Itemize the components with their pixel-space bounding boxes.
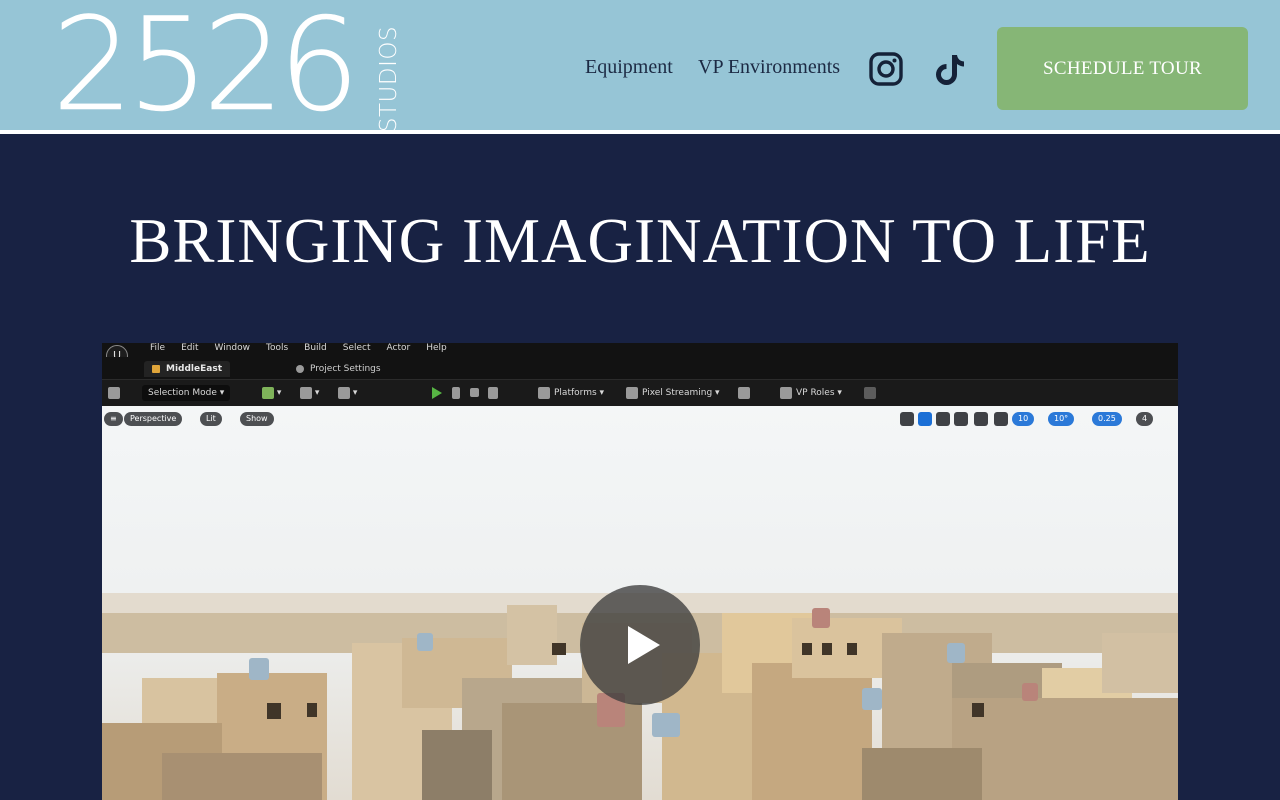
grid-snap-value: 10 <box>1018 414 1029 423</box>
scale-snap-value: 0.25 <box>1098 414 1116 423</box>
hero-title: BRINGING IMAGINATION TO LIFE <box>129 206 1151 276</box>
selection-mode-dropdown: Selection Mode ▾ <box>142 385 231 401</box>
world-icon <box>974 412 988 426</box>
site-header: 2526 STUDIOS Equipment VP Environments S… <box>0 0 1280 134</box>
editor-menu-tools: Tools <box>266 343 289 353</box>
camera-speed-value: 4 <box>1142 414 1148 423</box>
viewport-show-label: Show <box>246 414 268 423</box>
instagram-icon[interactable] <box>869 52 903 86</box>
editor-tab-level: MiddleEast <box>144 361 230 377</box>
add-actor-icon: ▾ <box>262 385 281 401</box>
scale-tool-icon <box>954 412 968 426</box>
editor-tab-project-settings: Project Settings <box>288 361 389 377</box>
play-green-icon <box>432 385 442 401</box>
move-tool-icon <box>918 412 932 426</box>
platforms-dropdown: Platforms ▾ <box>538 385 604 401</box>
vp-roles-label: VP Roles <box>796 388 835 398</box>
site-logo[interactable]: 2526 STUDIOS <box>52 1 402 132</box>
editor-menu-select: Select <box>342 343 371 353</box>
logo-studios-text: STUDIOS <box>376 25 402 133</box>
step-icon <box>452 385 460 401</box>
platforms-label: Platforms <box>554 388 597 398</box>
editor-tabbar: MiddleEast Project Settings <box>102 357 1178 379</box>
stop-icon <box>470 385 479 401</box>
pixel-streaming-dropdown: Pixel Streaming ▾ <box>626 385 720 401</box>
selection-mode-label: Selection Mode <box>148 388 217 398</box>
rotation-snap: 10° <box>1048 412 1075 426</box>
rotation-snap-value: 10° <box>1054 414 1069 423</box>
editor-menu-edit: Edit <box>181 343 199 353</box>
editor-menu-build: Build <box>304 343 327 353</box>
video-player[interactable]: U File Edit Window Tools Build Select Ac… <box>102 343 1178 800</box>
editor-menu-file: File <box>150 343 166 353</box>
surface-snap-icon <box>994 412 1008 426</box>
camera-speed: 4 <box>1136 412 1154 426</box>
schedule-tour-button[interactable]: SCHEDULE TOUR <box>997 27 1248 110</box>
viewport-menu-icon: ≡ <box>104 412 123 426</box>
editor-tab-project-settings-label: Project Settings <box>310 364 381 374</box>
logo-digits: 2526 <box>52 0 360 140</box>
select-tool-icon <box>900 412 914 426</box>
save-icon <box>108 385 120 401</box>
users-icon <box>738 385 750 401</box>
grid-snap: 10 <box>1012 412 1035 426</box>
viewport-perspective: Perspective <box>124 412 183 426</box>
viewport-toolbar: ≡ Perspective Lit Show 10 10° 0.25 4 <box>102 409 1178 429</box>
scale-snap: 0.25 <box>1092 412 1122 426</box>
viewport-perspective-label: Perspective <box>130 414 177 423</box>
nav-link-equipment[interactable]: Equipment <box>585 56 673 79</box>
play-icon[interactable] <box>580 585 700 705</box>
viewport-lit: Lit <box>200 412 222 426</box>
level-icon <box>152 364 160 373</box>
editor-toolbar: Selection Mode ▾ ▾ ▾ ▾ Platforms ▾ Pixel… <box>102 379 1178 406</box>
tiktok-icon[interactable] <box>934 52 968 86</box>
editor-menu-help: Help <box>426 343 447 353</box>
viewport-lit-label: Lit <box>206 414 216 423</box>
vr-icon <box>864 385 876 401</box>
nav-link-vp-environments[interactable]: VP Environments <box>698 56 840 79</box>
eject-icon <box>488 385 498 401</box>
cinematics-icon: ▾ <box>338 385 357 401</box>
editor-tab-level-label: MiddleEast <box>166 364 222 374</box>
editor-menu-actor: Actor <box>386 343 411 353</box>
settings-gear-icon <box>296 364 304 373</box>
pixel-streaming-label: Pixel Streaming <box>642 388 713 398</box>
rotate-tool-icon <box>936 412 950 426</box>
viewport-show: Show <box>240 412 274 426</box>
vp-roles-dropdown: VP Roles ▾ <box>780 385 842 401</box>
editor-menu-window: Window <box>214 343 251 353</box>
blueprint-icon: ▾ <box>300 385 319 401</box>
